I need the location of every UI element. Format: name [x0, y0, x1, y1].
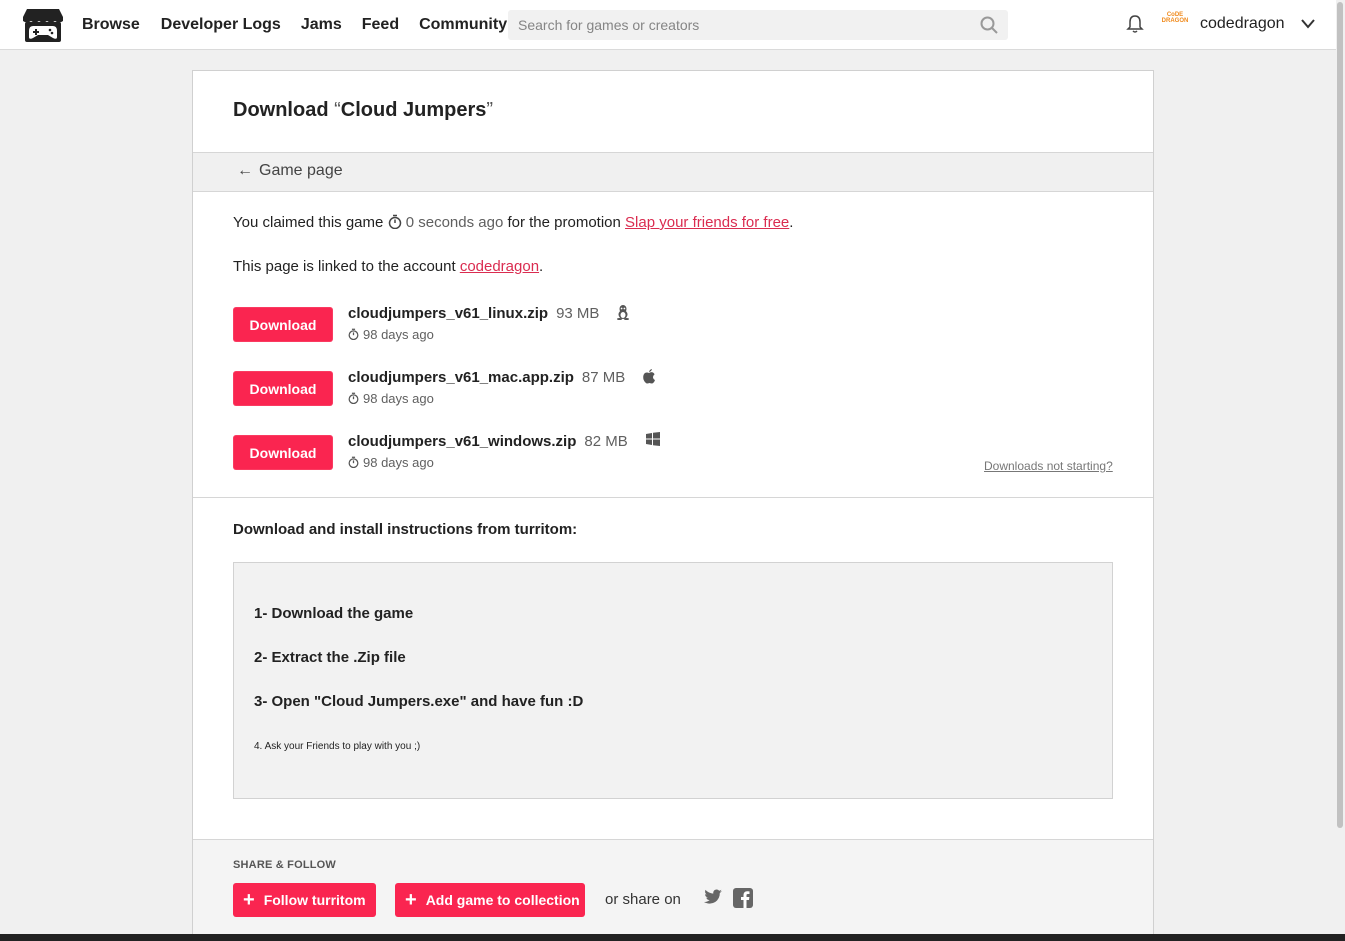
file-date: 98 days ago: [348, 327, 434, 342]
bottom-edge: [0, 934, 1345, 941]
file-name-text: cloudjumpers_v61_linux.zip: [348, 305, 549, 322]
instructions-box: 1- Download the game 2- Extract the .Zip…: [233, 562, 1113, 799]
facebook-icon[interactable]: [733, 888, 753, 908]
collection-label: Add game to collection: [425, 892, 580, 908]
download-button[interactable]: Download: [233, 371, 333, 406]
file-size: 82 MB: [584, 433, 628, 450]
download-row: Download cloudjumpers_v61_linux.zip 93 MB…: [233, 305, 1113, 347]
file-name: cloudjumpers_v61_linux.zip 93 MB: [348, 305, 599, 322]
share-follow-section: SHARE & FOLLOW + Follow turritom + Add gam…: [193, 839, 1153, 941]
twitter-icon[interactable]: [703, 888, 723, 906]
instructions-title: Download and install instructions from t…: [233, 521, 578, 538]
windows-icon: [646, 432, 660, 446]
claim-mid: for the promotion: [503, 214, 626, 231]
add-to-collection-button[interactable]: + Add game to collection: [395, 883, 585, 917]
back-arrow-icon: ←: [237, 162, 253, 179]
linked-account-text: This page is linked to the account coded…: [233, 258, 543, 275]
page-title: Download “Cloud Jumpers”: [233, 99, 493, 122]
avatar[interactable]: CoDE DRAGON: [1161, 12, 1189, 36]
plus-icon: +: [243, 889, 255, 911]
file-name-text: cloudjumpers_v61_windows.zip: [348, 433, 577, 450]
nav-developer-logs[interactable]: Developer Logs: [161, 16, 281, 34]
search-input[interactable]: [508, 10, 968, 40]
game-page-link[interactable]: ← Game page: [237, 162, 343, 180]
notification-bell-icon[interactable]: [1125, 14, 1145, 34]
top-navigation-bar: Browse Developer Logs Jams Feed Communit…: [0, 0, 1336, 50]
file-size: 87 MB: [581, 369, 626, 386]
linked-prefix: This page is linked to the account: [233, 258, 460, 275]
back-bar: ← Game page: [193, 152, 1153, 192]
game-name: Cloud Jumpers: [340, 99, 487, 121]
close-quote: ”: [486, 99, 494, 121]
follow-button[interactable]: + Follow turritom: [233, 883, 376, 917]
promotion-link[interactable]: Slap your friends for free: [625, 214, 789, 231]
chevron-down-icon[interactable]: [1300, 18, 1316, 30]
file-size: 93 MB: [556, 305, 600, 322]
nav-community[interactable]: Community: [419, 16, 507, 34]
follow-label: Follow turritom: [263, 892, 366, 908]
file-date-text: 98 days ago: [363, 327, 434, 342]
nav-feed[interactable]: Feed: [362, 16, 399, 34]
download-button[interactable]: Download: [233, 307, 333, 342]
claim-prefix: You claimed this game: [233, 214, 388, 231]
file-name: cloudjumpers_v61_windows.zip 82 MB: [348, 433, 628, 450]
plus-icon: +: [405, 889, 417, 911]
instruction-note: 4. Ask your Friends to play with you ;): [254, 741, 421, 752]
download-card: Download “Cloud Jumpers” ← Game page You …: [192, 70, 1154, 941]
share-text: or share on: [605, 891, 681, 908]
claim-end: .: [789, 214, 794, 231]
search-bar: [508, 10, 1008, 40]
apple-icon: [643, 369, 655, 384]
instruction-step: 3- Open "Cloud Jumpers.exe" and have fun…: [254, 693, 584, 710]
downloads-not-starting-link[interactable]: Downloads not starting?: [984, 459, 1113, 473]
back-label: Game page: [259, 162, 343, 179]
scrollbar-thumb[interactable]: [1337, 2, 1343, 828]
file-name: cloudjumpers_v61_mac.app.zip 87 MB: [348, 369, 625, 386]
linked-end: .: [539, 258, 544, 275]
file-date: 98 days ago: [348, 455, 434, 470]
claim-time: 0 seconds ago: [405, 214, 504, 231]
download-row: Download cloudjumpers_v61_mac.app.zip 87 …: [233, 369, 1113, 411]
username[interactable]: codedragon: [1200, 15, 1285, 33]
file-date-text: 98 days ago: [363, 455, 434, 470]
linux-icon: [617, 305, 629, 320]
nav-jams[interactable]: Jams: [301, 16, 342, 34]
account-link[interactable]: codedragon: [460, 258, 539, 275]
download-row: Download cloudjumpers_v61_windows.zip 82 …: [233, 432, 1113, 475]
main-nav: Browse Developer Logs Jams Feed Communit…: [82, 0, 527, 50]
divider: [193, 497, 1153, 498]
file-date: 98 days ago: [348, 391, 434, 406]
title-prefix: Download: [233, 99, 335, 121]
instruction-step: 2- Extract the .Zip file: [254, 649, 406, 666]
download-button[interactable]: Download: [233, 435, 333, 470]
nav-browse[interactable]: Browse: [82, 16, 140, 34]
share-title: SHARE & FOLLOW: [233, 859, 337, 871]
file-date-text: 98 days ago: [363, 391, 434, 406]
open-quote: “: [334, 99, 341, 121]
itchio-logo-icon[interactable]: [23, 7, 63, 43]
stopwatch-icon: [348, 392, 359, 405]
claim-text: You claimed this game 0 seconds ago for …: [233, 214, 793, 231]
stopwatch-icon: [348, 456, 359, 469]
instruction-step: 1- Download the game: [254, 605, 414, 622]
file-name-text: cloudjumpers_v61_mac.app.zip: [348, 369, 574, 386]
stopwatch-icon: [348, 328, 359, 341]
search-icon[interactable]: [980, 16, 998, 34]
stopwatch-icon: [388, 214, 401, 230]
